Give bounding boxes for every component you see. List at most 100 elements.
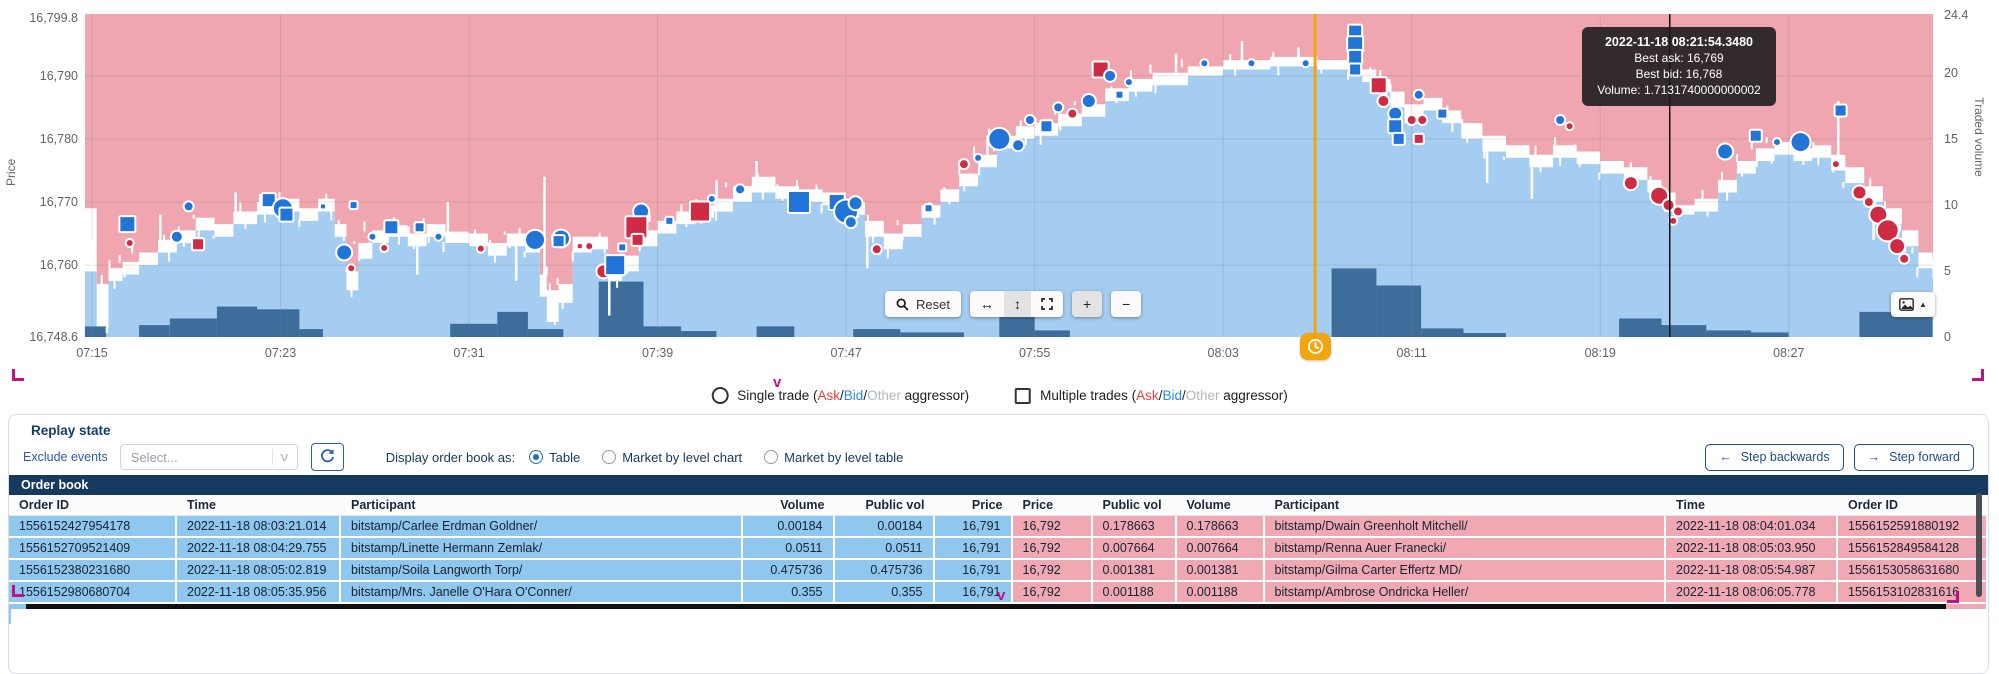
trade-marker-single[interactable] — [1888, 237, 1907, 256]
table-vertical-scrollbar[interactable] — [1976, 493, 1982, 597]
ask-cell[interactable]: 2022-11-18 08:04:01.034 — [1666, 516, 1838, 538]
trade-marker-multiple[interactable] — [118, 215, 137, 234]
trade-marker-single[interactable] — [706, 193, 717, 204]
ask-cell[interactable]: 0.001188 — [1176, 582, 1265, 604]
trade-marker-single[interactable] — [524, 228, 547, 251]
trade-marker-multiple[interactable] — [1039, 119, 1054, 134]
trade-marker-single[interactable] — [1080, 93, 1097, 110]
bid-cell[interactable]: 16,791 — [934, 560, 1013, 582]
bid-cell[interactable]: 2022-11-18 08:04:29.755 — [177, 538, 341, 560]
ask-cell[interactable]: 2022-11-18 08:05:03.950 — [1666, 538, 1838, 560]
radio-market-by-level-table[interactable]: Market by level table — [764, 450, 903, 465]
ask-cell[interactable]: 0.001381 — [1176, 560, 1265, 582]
trade-marker-single[interactable] — [843, 215, 858, 230]
bid-cell[interactable]: 1556152380231680 — [9, 560, 177, 582]
trade-marker-multiple[interactable] — [604, 254, 627, 277]
trade-marker-single[interactable] — [1052, 101, 1065, 114]
ask-cell[interactable]: 16,792 — [1012, 560, 1093, 582]
bid-cell[interactable]: 2022-11-18 08:05:02.819 — [177, 560, 341, 582]
bid-cell[interactable]: bitstamp/Soila Langworth Torp/ — [341, 560, 743, 582]
trade-marker-single[interactable] — [1011, 138, 1026, 153]
trade-marker-single[interactable] — [1103, 68, 1118, 83]
pan-vertical-button[interactable]: ↕ — [1003, 291, 1031, 317]
trade-marker-single[interactable] — [987, 126, 1012, 151]
export-image-button[interactable]: ▲ — [1891, 292, 1935, 317]
bid-cell[interactable]: bitstamp/Linette Hermann Zemlak/ — [341, 538, 743, 560]
trade-marker-single[interactable] — [1716, 142, 1735, 161]
trade-marker-single[interactable] — [335, 243, 354, 262]
bid-cell[interactable]: 0.355 — [834, 582, 935, 604]
trade-marker-single[interactable] — [379, 243, 390, 254]
radio-market-by-level-chart[interactable]: Market by level chart — [602, 450, 742, 465]
fullscreen-button[interactable] — [1030, 291, 1063, 317]
ask-cell[interactable]: bitstamp/Renna Auer Franecki/ — [1264, 538, 1666, 560]
trade-marker-multiple[interactable] — [575, 242, 584, 251]
trade-marker-single[interactable] — [847, 195, 864, 212]
trade-marker-single[interactable] — [124, 238, 135, 249]
trade-marker-multiple[interactable] — [551, 234, 566, 249]
trade-marker-single[interactable] — [973, 152, 984, 163]
trade-marker-single[interactable] — [1862, 195, 1875, 208]
trade-marker-single[interactable] — [957, 158, 970, 171]
trade-marker-single[interactable] — [1564, 121, 1575, 132]
ask-cell[interactable]: 0.178663 — [1176, 516, 1265, 538]
bid-cell[interactable]: 0.475736 — [834, 560, 935, 582]
ask-cell[interactable]: 1556153102831616 — [1838, 582, 1988, 604]
trade-marker-multiple[interactable] — [1348, 62, 1363, 77]
trade-marker-single[interactable] — [433, 231, 444, 242]
trade-marker-multiple[interactable] — [786, 189, 811, 214]
trade-marker-single[interactable] — [1622, 175, 1639, 192]
trade-marker-single[interactable] — [1671, 205, 1684, 218]
trade-marker-multiple[interactable] — [1369, 76, 1388, 95]
ask-cell[interactable]: 16,792 — [1012, 538, 1093, 560]
bid-cell[interactable]: 0.0511 — [742, 538, 835, 560]
step-backwards-button[interactable]: ← Step backwards — [1705, 443, 1844, 471]
trade-marker-single[interactable] — [870, 243, 883, 256]
ask-cell[interactable]: 0.178663 — [1092, 516, 1177, 538]
trade-marker-single[interactable] — [1066, 107, 1079, 120]
trade-marker-multiple[interactable] — [1387, 118, 1404, 135]
trade-marker-single[interactable] — [1898, 252, 1911, 265]
bid-cell[interactable]: 2022-11-18 08:03:21.014 — [177, 516, 341, 538]
trade-marker-multiple[interactable] — [413, 221, 426, 234]
bid-cell[interactable]: 16,791 — [934, 538, 1013, 560]
bid-cell[interactable]: 0.0511 — [834, 538, 935, 560]
ask-cell[interactable]: 16,792 — [1012, 582, 1093, 604]
trade-marker-multiple[interactable] — [191, 237, 206, 252]
bid-cell[interactable]: 0.475736 — [742, 560, 835, 582]
table-horizontal-scrollbar[interactable] — [26, 604, 1946, 609]
bid-cell[interactable]: 2022-11-18 08:05:35.956 — [177, 582, 341, 604]
ask-cell[interactable]: 16,792 — [1012, 516, 1093, 538]
step-forward-button[interactable]: → Step forward — [1853, 443, 1974, 471]
bid-cell[interactable]: bitstamp/Mrs. Janelle O'Hara O'Conner/ — [341, 582, 743, 604]
ask-cell[interactable]: 1556153058631680 — [1838, 560, 1988, 582]
trade-marker-single[interactable] — [169, 229, 184, 244]
zoom-in-button[interactable]: + — [1071, 291, 1103, 317]
trade-marker-multiple[interactable] — [1412, 132, 1425, 145]
replay-time-handle[interactable] — [1300, 333, 1331, 360]
trade-marker-multiple[interactable] — [630, 232, 645, 247]
trade-marker-multiple[interactable] — [383, 219, 400, 236]
trade-marker-single[interactable] — [1416, 113, 1429, 126]
trade-marker-single[interactable] — [1405, 113, 1418, 126]
ask-cell[interactable]: 0.001188 — [1092, 582, 1177, 604]
trade-marker-multiple[interactable] — [348, 200, 359, 211]
trade-marker-single[interactable] — [367, 231, 378, 242]
trade-marker-single[interactable] — [1023, 113, 1036, 126]
trade-marker-multiple[interactable] — [923, 203, 934, 214]
trade-marker-single[interactable] — [1851, 184, 1868, 201]
trade-marker-single[interactable] — [1300, 58, 1311, 69]
zoom-out-button[interactable]: − — [1111, 291, 1142, 317]
pan-horizontal-button[interactable]: ↔ — [969, 291, 1004, 317]
trade-marker-single[interactable] — [1246, 58, 1257, 69]
trade-marker-single[interactable] — [1789, 131, 1812, 154]
trade-marker-multiple[interactable] — [1833, 103, 1848, 118]
trade-marker-multiple[interactable] — [1748, 128, 1763, 143]
bid-cell[interactable]: 0.355 — [742, 582, 835, 604]
trade-marker-multiple[interactable] — [318, 202, 327, 211]
ask-cell[interactable]: bitstamp/Gilma Carter Effertz MD/ — [1264, 560, 1666, 582]
ask-cell[interactable]: 0.007664 — [1092, 538, 1177, 560]
trade-marker-single[interactable] — [346, 263, 357, 274]
trade-marker-single[interactable] — [182, 200, 195, 213]
exclude-events-select[interactable]: Select... ∨ — [119, 444, 298, 470]
